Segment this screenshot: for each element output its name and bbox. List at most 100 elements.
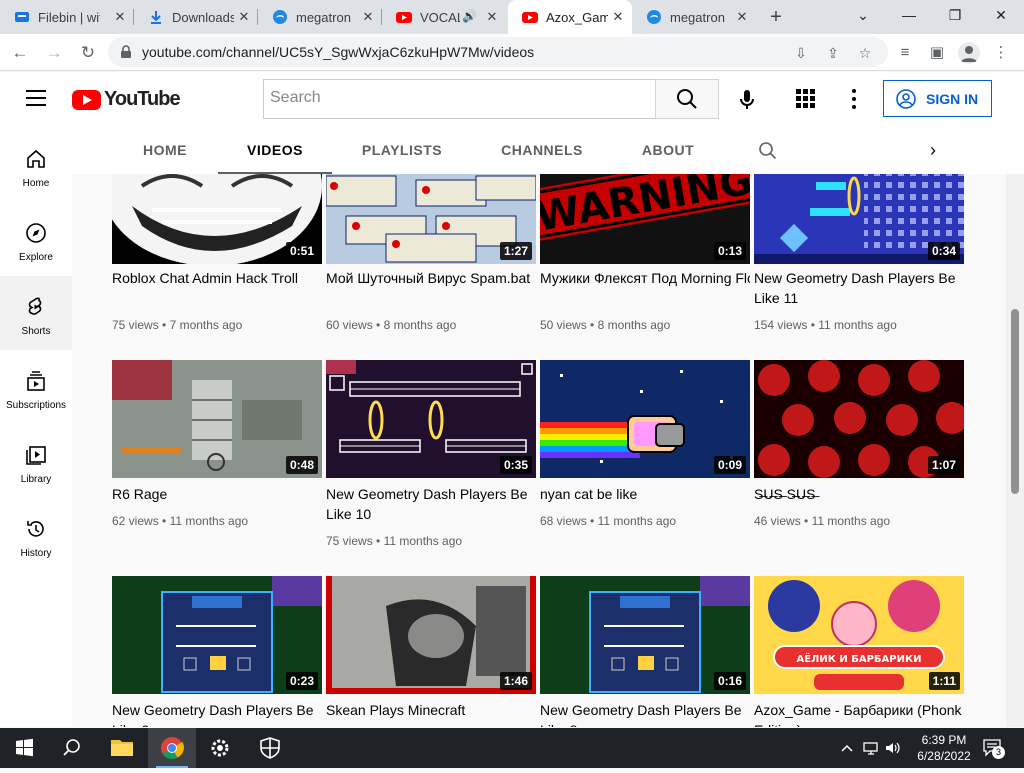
notification-center-icon[interactable]: 3 <box>982 738 1005 759</box>
menu-icon[interactable] <box>26 90 46 106</box>
tab-home[interactable]: HOME <box>124 128 206 174</box>
search-input[interactable] <box>264 80 644 116</box>
video-title[interactable]: New Geometry Dash Players Be Like 9 <box>112 700 322 727</box>
file-explorer-button[interactable] <box>98 728 146 768</box>
video-title[interactable]: Roblox Chat Admin Hack Troll <box>112 268 322 288</box>
browser-tab-megatron[interactable]: megatron ✕ <box>258 0 382 34</box>
profile-avatar-icon[interactable] <box>958 42 980 64</box>
scrollbar-thumb[interactable] <box>1011 309 1019 494</box>
search-icon <box>677 89 697 109</box>
folder-icon <box>111 740 133 756</box>
notification-count-badge: 3 <box>992 746 1005 759</box>
video-title[interactable]: S̶U̶S̶ S̶U̶S̶ <box>754 484 964 504</box>
browser-tab-megatron-2[interactable]: megatron ✕ <box>632 0 756 34</box>
install-app-icon[interactable]: ⇩ <box>792 44 810 62</box>
system-clock[interactable]: 6:39 PM 6/28/2022 <box>904 732 984 764</box>
video-thumbnail[interactable]: WARNING 0:13 <box>540 174 750 264</box>
video-title[interactable]: R6 Rage <box>112 484 322 504</box>
close-icon[interactable]: ✕ <box>734 9 750 25</box>
youtube-play-icon <box>72 89 101 110</box>
tab-about[interactable]: ABOUT <box>632 128 704 174</box>
video-thumbnail[interactable]: 0:23 <box>112 576 322 694</box>
forward-button[interactable]: → <box>40 39 68 67</box>
video-meta: 62 views • 11 months ago <box>112 514 249 528</box>
video-thumbnail[interactable]: 1:07 <box>754 360 964 478</box>
youtube-icon <box>396 9 412 25</box>
youtube-icon <box>522 9 538 25</box>
window-close-button[interactable]: ✕ <box>978 0 1024 30</box>
share-icon[interactable]: ⇪ <box>824 44 842 62</box>
video-title[interactable]: Мой Шуточный Вирус Spam.bat <box>326 268 536 288</box>
page-scrollbar[interactable] <box>1006 174 1024 727</box>
lock-icon[interactable] <box>118 44 134 60</box>
browser-tab-filebin[interactable]: Filebin | wit ✕ <box>0 0 134 34</box>
video-meta: 154 views • 11 months ago <box>754 318 897 332</box>
video-meta: 60 views • 8 months ago <box>326 318 457 332</box>
chrome-taskbar-button[interactable] <box>148 728 196 768</box>
address-bar[interactable]: youtube.com/channel/UC5sY_SgwWxjaC6zkuHp… <box>108 37 888 67</box>
edge-icon <box>272 9 288 25</box>
settings-taskbar-button[interactable] <box>196 728 244 768</box>
minimize-button[interactable]: — <box>886 0 932 30</box>
video-thumbnail[interactable]: 0:09 <box>540 360 750 478</box>
browser-tab-azox-game[interactable]: Azox_Gam ✕ <box>508 0 632 34</box>
close-icon[interactable]: ✕ <box>236 9 252 25</box>
video-title[interactable]: New Geometry Dash Players Be Like 8 <box>540 700 750 727</box>
search-button[interactable] <box>655 79 719 119</box>
video-thumbnail[interactable]: 1:46 <box>326 576 536 694</box>
close-icon[interactable]: ✕ <box>112 9 128 25</box>
video-thumbnail[interactable]: 0:16 <box>540 576 750 694</box>
browser-tab-vocal[interactable]: VOCAL 🔊 ✕ <box>382 0 506 34</box>
video-thumbnail[interactable]: АЁЛИК И БАРБАРИКИ 1:11 <box>754 576 964 694</box>
restore-button[interactable]: ❐ <box>932 0 978 30</box>
audio-playing-icon[interactable]: 🔊 <box>462 9 477 23</box>
svg-text:АЁЛИК И БАРБАРИКИ: АЁЛИК И БАРБАРИКИ <box>796 651 921 665</box>
video-thumbnail[interactable]: 0:35 <box>326 360 536 478</box>
media-controls-icon[interactable]: ≡ <box>894 42 916 64</box>
browser-tab-downloads[interactable]: Downloads ✕ <box>134 0 258 34</box>
back-button[interactable]: ← <box>6 39 34 67</box>
close-icon[interactable]: ✕ <box>610 9 626 25</box>
close-icon[interactable]: ✕ <box>360 9 376 25</box>
close-icon[interactable]: ✕ <box>484 9 500 25</box>
channel-search-icon[interactable] <box>758 141 778 161</box>
video-thumbnail[interactable]: 0:34 <box>754 174 964 264</box>
video-thumbnail[interactable]: 0:48 <box>112 360 322 478</box>
tab-search-button[interactable]: ⌄ <box>840 0 886 30</box>
chevron-right-icon[interactable]: › <box>930 140 950 160</box>
reload-button[interactable]: ↻ <box>74 39 102 67</box>
start-button[interactable] <box>0 728 48 768</box>
video-thumbnail[interactable]: 0:51 <box>112 174 322 264</box>
url-text[interactable]: youtube.com/channel/UC5sY_SgwWxjaC6zkuHp… <box>142 44 534 60</box>
security-taskbar-button[interactable] <box>246 728 294 768</box>
video-meta: 50 views • 8 months ago <box>540 318 671 332</box>
side-panel-icon[interactable]: ▣ <box>926 42 948 64</box>
sign-in-button[interactable]: SIGN IN <box>883 80 992 117</box>
youtube-apps-icon[interactable] <box>796 89 816 109</box>
chrome-menu-icon[interactable]: ⋮ <box>990 42 1012 64</box>
video-meta: 68 views • 11 months ago <box>540 514 677 528</box>
chevron-up-icon[interactable] <box>838 740 856 756</box>
tab-channels[interactable]: CHANNELS <box>492 128 592 174</box>
video-thumbnail[interactable]: 1:27 <box>326 174 536 264</box>
youtube-logo[interactable]: YouTube <box>72 88 181 111</box>
new-tab-button[interactable]: + <box>764 5 788 29</box>
video-title[interactable]: nyan cat be like <box>540 484 750 504</box>
windows-logo-icon <box>16 738 33 757</box>
video-title[interactable]: Azox_Game - Барбарики (Phonk Edition) <box>754 700 964 727</box>
voice-search-button[interactable] <box>732 84 762 114</box>
taskbar-search-button[interactable] <box>48 728 96 768</box>
video-title[interactable]: Мужики Флексят Под Morning Flower (СДЕЛА… <box>540 268 750 288</box>
volume-icon[interactable] <box>884 740 902 756</box>
video-meta: 75 views • 11 months ago <box>326 534 463 548</box>
video-title[interactable]: New Geometry Dash Players Be Like 10 <box>326 484 536 524</box>
video-title[interactable]: Skean Plays Minecraft <box>326 700 536 720</box>
search-icon <box>63 739 80 756</box>
bookmark-star-icon[interactable]: ☆ <box>856 44 874 62</box>
tab-playlists[interactable]: PLAYLISTS <box>350 128 454 174</box>
video-title[interactable]: New Geometry Dash Players Be Like 11 <box>754 268 964 308</box>
tab-videos[interactable]: VIDEOS <box>218 128 332 174</box>
settings-more-icon[interactable] <box>852 89 858 109</box>
network-icon[interactable] <box>862 740 880 756</box>
account-circle-icon <box>896 88 916 109</box>
